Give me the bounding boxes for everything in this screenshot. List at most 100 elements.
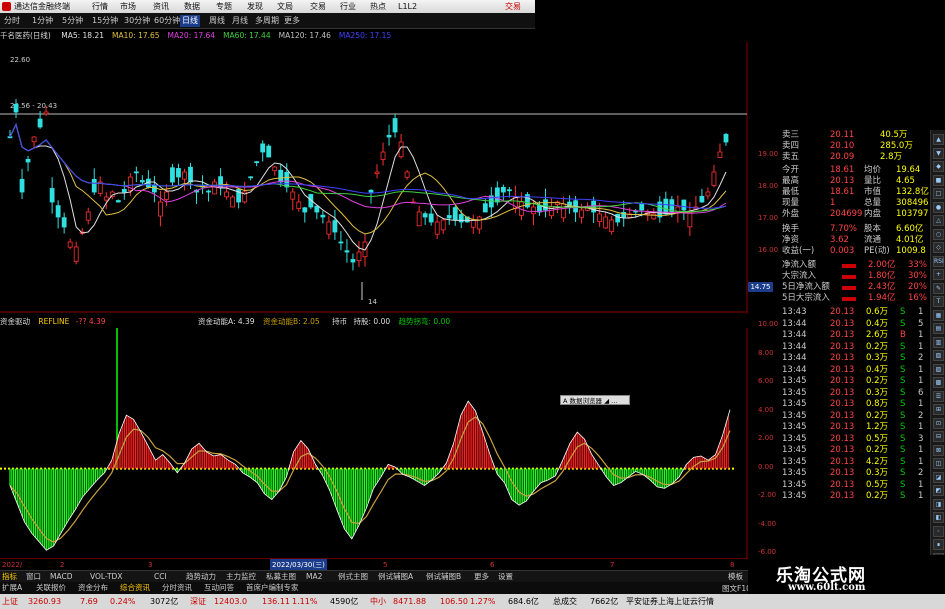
sidebar-tool-icon[interactable]: RSI [933, 255, 944, 267]
tick-side: S [900, 318, 906, 329]
tick-volume: 0.3万 [866, 387, 889, 398]
sh-change: 7.69 [80, 597, 98, 606]
sz-label[interactable]: 深证 [190, 594, 206, 609]
sidebar-tool-icon[interactable]: ▨ [933, 363, 944, 375]
menu-item-10[interactable]: L1L2 [398, 0, 417, 13]
fund-drive-chart[interactable] [0, 328, 748, 558]
stat-label-2: 量比 [864, 176, 882, 186]
tick-row: 13:44 20.13 2.6万 B 1 [748, 330, 928, 341]
period-tab-5[interactable]: 60分钟 [152, 15, 182, 27]
ma-legend-item: MA60: 17.44 [223, 31, 271, 40]
sidebar-tool-icon[interactable]: ∎ [933, 539, 944, 550]
period-tab-9[interactable]: 多周期 [253, 15, 281, 27]
sidebar-tool-icon[interactable]: ▲ [933, 134, 944, 145]
sidebar-tool-icon[interactable]: △ [933, 215, 944, 226]
sidebar-tool-icon[interactable]: ◨ [933, 498, 944, 510]
sidebar-tool-icon[interactable]: ◇ [933, 242, 944, 253]
sidebar-tool-icon[interactable]: ☰ [933, 390, 944, 402]
sidebar-tool-icon[interactable]: ● [933, 201, 944, 213]
sidebar-tool-icon[interactable]: ▦ [933, 309, 944, 321]
extension-tab-0[interactable]: 扩展A [2, 582, 22, 594]
app-logo-icon [2, 2, 11, 11]
sidebar-tool-icon[interactable]: ▩ [933, 377, 944, 388]
flow-percent: 30% [908, 271, 927, 281]
extension-tab-5[interactable]: 互动问答 [204, 582, 234, 594]
sidebar-tool-icon[interactable]: ⊡ [933, 417, 944, 429]
tick-row: 13:45 20.13 4.2万 S 1 [748, 457, 928, 468]
period-tab-6[interactable]: 日线 [180, 15, 200, 27]
menu-item-1[interactable]: 市场 [120, 0, 136, 13]
sidebar-tool-icon[interactable]: ◧ [933, 512, 944, 523]
menu-item-4[interactable]: 专题 [216, 0, 232, 13]
tick-price: 20.13 [830, 445, 855, 455]
sidebar-tool-icon[interactable]: ⊞ [933, 404, 944, 415]
template-tab[interactable]: 模板 [728, 571, 743, 582]
period-tab-2[interactable]: 5分钟 [60, 15, 85, 27]
sh-label[interactable]: 上证 [2, 594, 18, 609]
sidebar-tool-icon[interactable]: ▥ [933, 336, 944, 348]
tick-side: S [900, 445, 906, 455]
extension-tab-1[interactable]: 关联报价 [36, 582, 66, 594]
sidebar-tool-icon[interactable]: ◩ [933, 485, 944, 496]
menu-item-6[interactable]: 文局 [277, 0, 293, 13]
indicator-header: 资金驱动 REFLINE -?? 4.39 资金动能A: 4.39 资金动能B:… [0, 316, 450, 328]
sidebar-tool-icon[interactable]: ⊟ [933, 431, 944, 442]
zx-label[interactable]: 中小 [370, 594, 386, 609]
menu-item-7[interactable]: 交易 [310, 0, 326, 13]
tick-price: 20.13 [830, 491, 855, 501]
sidebar-tool-icon[interactable]: ◆ [933, 161, 944, 172]
extension-tab-6[interactable]: 首席户编制专家 [246, 582, 299, 594]
period-tab-1[interactable]: 1分钟 [30, 15, 55, 27]
trade-link[interactable]: 交易 [505, 0, 521, 13]
sidebar-tool-icon[interactable]: ▧ [933, 350, 944, 361]
extension-tab-4[interactable]: 分时资讯 [162, 582, 192, 594]
tick-row: 13:44 20.13 0.4万 S 1 [748, 365, 928, 376]
quote-stat-row: 外盘 204699 内盘 103797 [748, 209, 928, 220]
menu-item-8[interactable]: 行业 [340, 0, 356, 13]
period-tab-7[interactable]: 周线 [207, 15, 227, 27]
tick-volume: 2.6万 [866, 330, 889, 340]
sidebar-tool-icon[interactable]: □ [933, 188, 944, 199]
low-price-label: 14 [368, 298, 377, 306]
tick-price: 20.13 [830, 353, 855, 363]
sidebar-tool-icon[interactable]: ⊠ [933, 444, 944, 456]
sidebar-tool-icon[interactable]: ◪ [933, 471, 944, 483]
sidebar-tool-icon[interactable]: ◫ [933, 458, 944, 469]
menu-item-9[interactable]: 热点 [370, 0, 386, 13]
menu-item-5[interactable]: 发现 [247, 0, 263, 13]
extension-tab-2[interactable]: 资金分布 [78, 582, 108, 594]
period-tab-8[interactable]: 月线 [230, 15, 250, 27]
period-tab-4[interactable]: 30分钟 [122, 15, 152, 27]
sh-value: 3260.93 [28, 597, 62, 606]
sidebar-tool-icon[interactable]: ◦ [933, 525, 944, 537]
sidebar-tool-icon[interactable]: T [933, 296, 944, 307]
menu-item-3[interactable]: 数据 [184, 0, 200, 13]
tick-count: 1 [918, 445, 924, 455]
sidebar-tool-icon[interactable]: ■ [933, 174, 944, 186]
tick-count: 2 [918, 468, 924, 478]
f10-tab[interactable]: 图文F10 [722, 583, 751, 594]
quote-ask-row: 卖四 20.10 285.0万 [748, 141, 928, 152]
menu-item-2[interactable]: 资讯 [153, 0, 169, 13]
sidebar-tool-icon[interactable]: ▼ [933, 147, 944, 159]
extension-tab-3[interactable]: 综合资讯 [120, 582, 150, 594]
menu-item-0[interactable]: 行情 [92, 0, 108, 13]
sidebar-tool-icon[interactable]: ○ [933, 228, 944, 240]
sidebar-tool-icon[interactable]: + [933, 269, 944, 280]
tick-count: 2 [918, 353, 924, 363]
sidebar-tool-icon[interactable]: ✎ [933, 282, 944, 294]
stat-value: 3.62 [830, 235, 849, 245]
sidebar-tool-icon[interactable]: ▤ [933, 323, 944, 334]
tick-volume: 0.2万 [866, 491, 889, 501]
indicator-name[interactable]: 资金驱动 [0, 317, 30, 326]
tick-count: 1 [918, 307, 924, 317]
period-tab-0[interactable]: 分时 [2, 15, 22, 27]
sh-percent: 0.24% [110, 597, 136, 606]
data-browser-tooltip[interactable]: A 数据浏览器 ◢ ... [560, 395, 630, 405]
candlestick-chart[interactable]: 22.6020.56 - 20.4314 [0, 42, 748, 314]
tick-time: 13:45 [782, 479, 807, 490]
period-tab-3[interactable]: 15分钟 [90, 15, 120, 27]
period-tab-10[interactable]: 更多 [282, 15, 302, 27]
tick-count: 1 [918, 456, 924, 467]
trend-value: 趋势拐弯: 0.00 [398, 317, 451, 326]
